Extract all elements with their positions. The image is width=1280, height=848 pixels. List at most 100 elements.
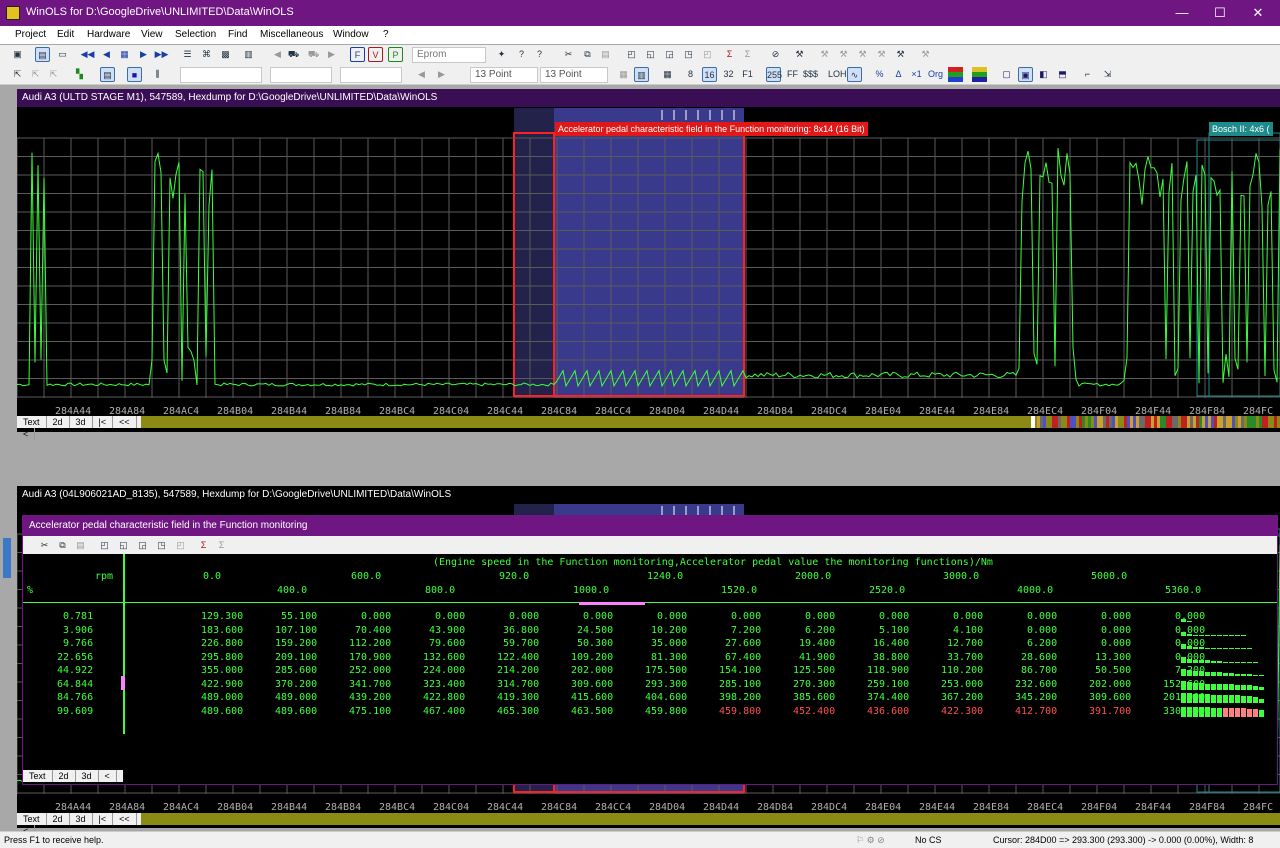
- bit8-button[interactable]: 8: [683, 67, 698, 82]
- map-cell[interactable]: 489.000: [201, 692, 243, 703]
- map-cell[interactable]: 459.800: [645, 706, 687, 717]
- map-cell[interactable]: 214.200: [497, 665, 539, 676]
- map-cell[interactable]: 293.300: [645, 679, 687, 690]
- map-cell[interactable]: 224.000: [423, 665, 465, 676]
- map-cell[interactable]: 27.600: [725, 638, 761, 649]
- map-cell[interactable]: 202.000: [571, 665, 613, 676]
- map-cell[interactable]: 422.900: [201, 679, 243, 690]
- map-cell[interactable]: 43.900: [429, 625, 465, 636]
- window-icon[interactable]: ▤: [35, 47, 50, 62]
- map-cell[interactable]: 422.300: [941, 706, 983, 717]
- pane1-scroll-thumb[interactable]: [1031, 416, 1035, 428]
- p-icon[interactable]: P: [388, 47, 403, 62]
- f-icon[interactable]: F: [350, 47, 365, 62]
- tool3-icon[interactable]: ⚒: [836, 47, 851, 62]
- tab-text[interactable]: Text: [23, 770, 53, 782]
- map-cell[interactable]: 125.500: [793, 665, 835, 676]
- map-cell[interactable]: 0.000: [1027, 611, 1057, 622]
- map-cell[interactable]: 86.700: [1021, 665, 1057, 676]
- fill-icon[interactable]: ■: [127, 67, 142, 82]
- map-cell[interactable]: 465.300: [497, 706, 539, 717]
- map-cell[interactable]: 0.000: [805, 611, 835, 622]
- map-cell[interactable]: 226.800: [201, 638, 243, 649]
- tool-icon[interactable]: ⚒: [792, 47, 807, 62]
- map-cell[interactable]: 341.700: [349, 679, 391, 690]
- tab-3d[interactable]: 3d: [76, 770, 99, 782]
- map-cell[interactable]: 209.100: [275, 652, 317, 663]
- map-cell[interactable]: 385.600: [793, 692, 835, 703]
- table-icon[interactable]: ▦: [660, 67, 675, 82]
- back-icon[interactable]: ◀: [270, 47, 285, 62]
- prev-icon[interactable]: ◀: [99, 47, 114, 62]
- map-cell[interactable]: 309.600: [1089, 692, 1131, 703]
- map-cell[interactable]: 55.100: [281, 611, 317, 622]
- cursor2-icon[interactable]: ⇱: [28, 67, 43, 82]
- tool7-icon[interactable]: ⚒: [918, 47, 933, 62]
- link-icon[interactable]: ⊘: [768, 47, 783, 62]
- map-cell[interactable]: 6.200: [1027, 638, 1057, 649]
- checksum-icon[interactable]: Σ: [722, 47, 737, 62]
- value-select-1[interactable]: [180, 67, 262, 83]
- menu-selection[interactable]: Selection: [175, 29, 216, 40]
- map-cell[interactable]: 463.500: [571, 706, 613, 717]
- ascii-button[interactable]: $$$: [803, 67, 818, 82]
- map-cell[interactable]: 391.700: [1089, 706, 1131, 717]
- map-cell[interactable]: 415.600: [571, 692, 613, 703]
- map-cell[interactable]: 0.000: [731, 611, 761, 622]
- map-cell[interactable]: 404.600: [645, 692, 687, 703]
- tool5-icon[interactable]: ⚒: [874, 47, 889, 62]
- map-cell[interactable]: 285.100: [719, 679, 761, 690]
- map-cell[interactable]: 252.000: [349, 665, 391, 676]
- menu-view[interactable]: View: [141, 29, 163, 40]
- menu-hardware[interactable]: Hardware: [87, 29, 130, 40]
- page-back-button[interactable]: <<: [113, 416, 137, 428]
- tab-3d[interactable]: 3d: [70, 813, 93, 825]
- map-cell[interactable]: 0.000: [1101, 638, 1131, 649]
- map-cell[interactable]: 452.400: [793, 706, 835, 717]
- cut-icon[interactable]: ✂: [37, 538, 52, 553]
- whatsthis-icon[interactable]: ?: [532, 47, 547, 62]
- checksum-icon[interactable]: Σ: [196, 538, 211, 553]
- map-cell[interactable]: 159.200: [275, 638, 317, 649]
- map-cell[interactable]: 459.800: [719, 706, 761, 717]
- right-icon[interactable]: ▶: [434, 67, 449, 82]
- map-cell[interactable]: 0.000: [361, 611, 391, 622]
- tab-2d[interactable]: 2d: [47, 416, 70, 428]
- colors-icon[interactable]: [948, 67, 963, 82]
- frame4-icon[interactable]: ⬒: [1055, 67, 1070, 82]
- back-button[interactable]: <: [17, 428, 36, 440]
- sum-icon[interactable]: Σ: [214, 538, 229, 553]
- image-icon[interactable]: ▩: [218, 47, 233, 62]
- map-cell[interactable]: 110.200: [941, 665, 983, 676]
- map-cell[interactable]: 0.000: [435, 611, 465, 622]
- page-icon[interactable]: ▭: [55, 47, 70, 62]
- back-button[interactable]: <: [99, 770, 117, 782]
- grid-icon[interactable]: ▦: [117, 47, 132, 62]
- map-cell[interactable]: 154.100: [719, 665, 761, 676]
- menu-project[interactable]: Project: [15, 29, 46, 40]
- map-cell[interactable]: 202.000: [1089, 679, 1131, 690]
- map-cell[interactable]: 489.000: [275, 692, 317, 703]
- layout-icon[interactable]: ▤: [100, 67, 115, 82]
- map-cell[interactable]: 0.000: [879, 611, 909, 622]
- map-cell[interactable]: 0.000: [1027, 625, 1057, 636]
- compare-icon[interactable]: ▚: [72, 67, 87, 82]
- map-cell[interactable]: 419.300: [497, 692, 539, 703]
- menu-window[interactable]: Window: [333, 29, 369, 40]
- map-cell[interactable]: 50.300: [577, 638, 613, 649]
- map-cell[interactable]: 489.600: [275, 706, 317, 717]
- float-button[interactable]: F1: [740, 67, 755, 82]
- columns-icon[interactable]: ⫼: [150, 67, 165, 82]
- map-cell[interactable]: 109.200: [571, 652, 613, 663]
- map-cell[interactable]: 19.400: [799, 638, 835, 649]
- map-cell[interactable]: 10.200: [651, 625, 687, 636]
- cursor3-icon[interactable]: ⇱: [46, 67, 61, 82]
- tool4-icon[interactable]: ⚒: [855, 47, 870, 62]
- map-cell[interactable]: 36.800: [503, 625, 539, 636]
- car-icon[interactable]: ⛟: [286, 47, 301, 62]
- forward-icon[interactable]: ▶: [324, 47, 339, 62]
- map-del-icon[interactable]: ◳: [154, 538, 169, 553]
- frame1-icon[interactable]: ▢: [999, 67, 1014, 82]
- map-cell[interactable]: 0.000: [509, 611, 539, 622]
- project-icon[interactable]: ▣: [10, 47, 25, 62]
